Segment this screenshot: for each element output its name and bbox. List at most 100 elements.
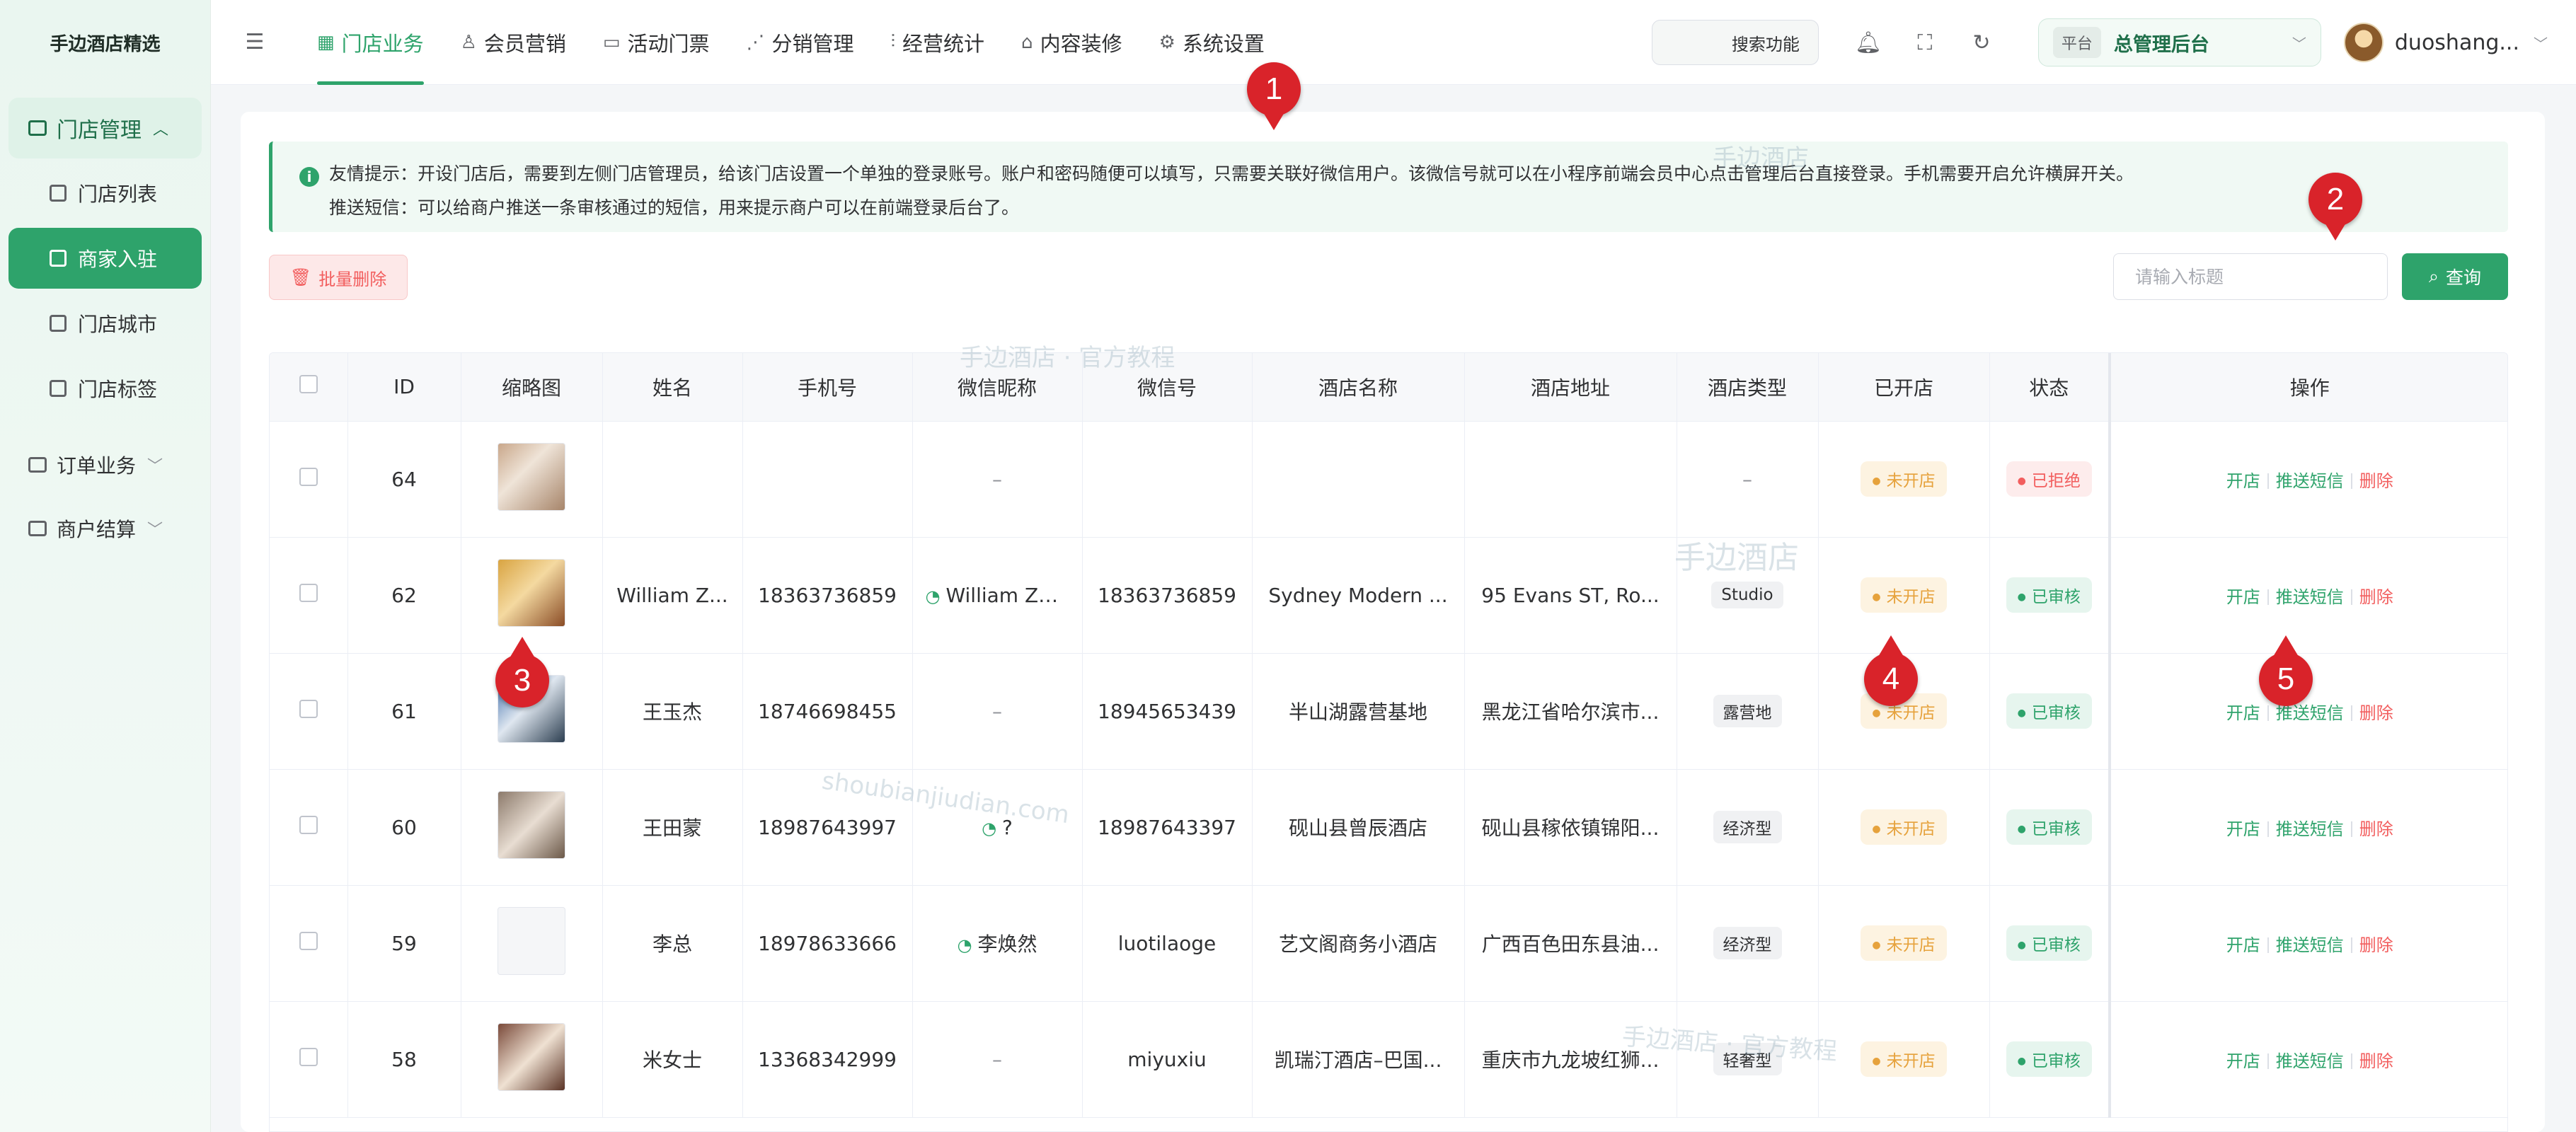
- delete-link[interactable]: 删除: [2359, 935, 2393, 955]
- cell-name: 王玉杰: [602, 653, 743, 770]
- cell-type: 经济型: [1677, 885, 1819, 1002]
- cell-status: 已审核: [1989, 1001, 2110, 1118]
- ticket-icon: ▭: [602, 31, 621, 53]
- cell-hotel: 砚山县曾辰酒店: [1252, 769, 1465, 886]
- cell-wx-nick: –: [912, 653, 1083, 770]
- refresh-icon[interactable]: ↻: [1953, 30, 2010, 55]
- user-menu[interactable]: duoshang... ﹀: [2343, 23, 2548, 62]
- row-select[interactable]: [270, 421, 348, 538]
- sidebar-group-settle[interactable]: 商户结算 ﹀: [0, 497, 210, 560]
- delete-link[interactable]: 删除: [2359, 587, 2393, 607]
- row-select[interactable]: [270, 653, 348, 770]
- menu-collapse-icon[interactable]: ☰: [211, 30, 299, 54]
- divider: [2350, 937, 2352, 953]
- sidebar-group-store[interactable]: 门店管理 ︿: [8, 98, 202, 158]
- annotation-marker-2: 2: [2308, 173, 2362, 241]
- column-header: 状态: [1989, 353, 2110, 422]
- function-search-button[interactable]: 搜索功能: [1651, 20, 1819, 65]
- cell-wx-id: 18363736859: [1082, 537, 1253, 654]
- cell-address: [1464, 421, 1677, 538]
- open-store-link[interactable]: 开店: [2226, 471, 2260, 491]
- tab-event-tickets[interactable]: ▭ 活动门票: [585, 0, 728, 85]
- cell-id: 59: [347, 885, 461, 1002]
- sidebar-item-label: 门店城市: [78, 313, 158, 336]
- delete-link[interactable]: 删除: [2359, 471, 2393, 491]
- tab-member-marketing[interactable]: ♙ 会员营销: [442, 0, 585, 85]
- cell-opened: 未开店: [1818, 885, 1990, 1002]
- tab-distribution[interactable]: ⋰ 分销管理: [728, 0, 873, 85]
- cell-thumb: [461, 1001, 603, 1118]
- delete-link[interactable]: 删除: [2359, 1051, 2393, 1071]
- sidebar-item-label: 商家入驻: [78, 248, 158, 271]
- wx-nick-text: –: [992, 467, 1002, 491]
- table-row: 58 米女士 13368342999 – miyuxiu 凯瑞汀酒店–巴国...…: [270, 1001, 2507, 1118]
- row-select[interactable]: [270, 537, 348, 654]
- platform-select[interactable]: 平台 总管理后台 ﹀: [2037, 18, 2321, 67]
- open-store-link[interactable]: 开店: [2226, 819, 2260, 839]
- cell-phone: 18978633666: [742, 885, 913, 1002]
- query-button[interactable]: ⌕ 查询: [2402, 253, 2508, 300]
- notice-banner: i 友情提示：开设门店后，需要到左侧门店管理员，给该门店设置一个单独的登录账号。…: [269, 142, 2508, 232]
- tab-store-business[interactable]: ▦ 门店业务: [299, 0, 442, 85]
- bell-icon[interactable]: 🔔︎: [1840, 30, 1897, 55]
- divider: [2267, 937, 2269, 953]
- cell-phone: 18363736859: [742, 537, 913, 654]
- search-icon: ⌕: [2428, 266, 2439, 287]
- thumbnail-image[interactable]: [498, 790, 565, 859]
- checkbox[interactable]: [299, 467, 318, 486]
- cell-wx-id: [1082, 421, 1253, 538]
- annotation-marker-4: 4: [1864, 635, 1918, 706]
- push-sms-link[interactable]: 推送短信: [2276, 819, 2344, 839]
- cell-type: –: [1677, 421, 1819, 538]
- card-icon: [50, 250, 67, 267]
- checkbox[interactable]: [299, 375, 318, 394]
- cell-hotel: Sydney Modern ...: [1252, 537, 1465, 654]
- sidebar-item-store-list[interactable]: 门店列表: [8, 163, 202, 224]
- checkbox[interactable]: [299, 815, 318, 834]
- cell-hotel: [1252, 421, 1465, 538]
- open-store-link[interactable]: 开店: [2226, 1051, 2260, 1071]
- checkbox[interactable]: [299, 1047, 318, 1066]
- row-select[interactable]: [270, 1001, 348, 1118]
- checkbox[interactable]: [299, 583, 318, 602]
- push-sms-link[interactable]: 推送短信: [2276, 471, 2344, 491]
- batch-delete-button[interactable]: 🗑︎ 批量删除: [269, 255, 408, 300]
- sidebar-item-merchant-join[interactable]: 商家入驻: [8, 228, 202, 289]
- status-badge: 已审核: [2006, 925, 2092, 961]
- wechat-icon: ◔: [925, 586, 941, 606]
- cell-thumb: [461, 769, 603, 886]
- wechat-icon: ◔: [957, 935, 972, 955]
- push-sms-link[interactable]: 推送短信: [2276, 587, 2344, 607]
- row-select[interactable]: [270, 769, 348, 886]
- fullscreen-icon[interactable]: ⛶: [1897, 30, 1953, 55]
- push-sms-link[interactable]: 推送短信: [2276, 935, 2344, 955]
- cell-opened: 未开店: [1818, 537, 1990, 654]
- wx-nick-text: ?: [1002, 815, 1013, 839]
- delete-link[interactable]: 删除: [2359, 819, 2393, 839]
- header-select-all[interactable]: [270, 353, 348, 422]
- cell-actions: 开店 推送短信 删除: [2108, 885, 2507, 1002]
- thumbnail-image[interactable]: [498, 1022, 565, 1091]
- thumbnail-image[interactable]: [498, 906, 565, 975]
- checkbox[interactable]: [299, 699, 318, 718]
- cell-type: 轻奢型: [1677, 1001, 1819, 1118]
- cell-id: 61: [347, 653, 461, 770]
- row-select[interactable]: [270, 885, 348, 1002]
- push-sms-link[interactable]: 推送短信: [2276, 1051, 2344, 1071]
- open-store-link[interactable]: 开店: [2226, 703, 2260, 723]
- thumbnail-image[interactable]: [498, 442, 565, 511]
- title-search-input[interactable]: [2113, 253, 2388, 300]
- thumbnail-image[interactable]: [498, 558, 565, 627]
- tab-decoration[interactable]: ⌂ 内容装修: [1003, 0, 1141, 85]
- sidebar-item-store-tag[interactable]: 门店标签: [8, 358, 202, 419]
- type-badge: Studio: [1711, 582, 1783, 608]
- sidebar-group-order[interactable]: 订单业务 ﹀: [0, 433, 210, 497]
- tab-statistics[interactable]: ⫶ 经营统计: [873, 0, 1004, 85]
- delete-link[interactable]: 删除: [2359, 703, 2393, 723]
- chevron-down-icon: ﹀: [2534, 35, 2548, 52]
- open-store-link[interactable]: 开店: [2226, 587, 2260, 607]
- column-header: 操作: [2108, 353, 2507, 422]
- open-store-link[interactable]: 开店: [2226, 935, 2260, 955]
- checkbox[interactable]: [299, 931, 318, 950]
- sidebar-item-store-city[interactable]: 门店城市: [8, 293, 202, 354]
